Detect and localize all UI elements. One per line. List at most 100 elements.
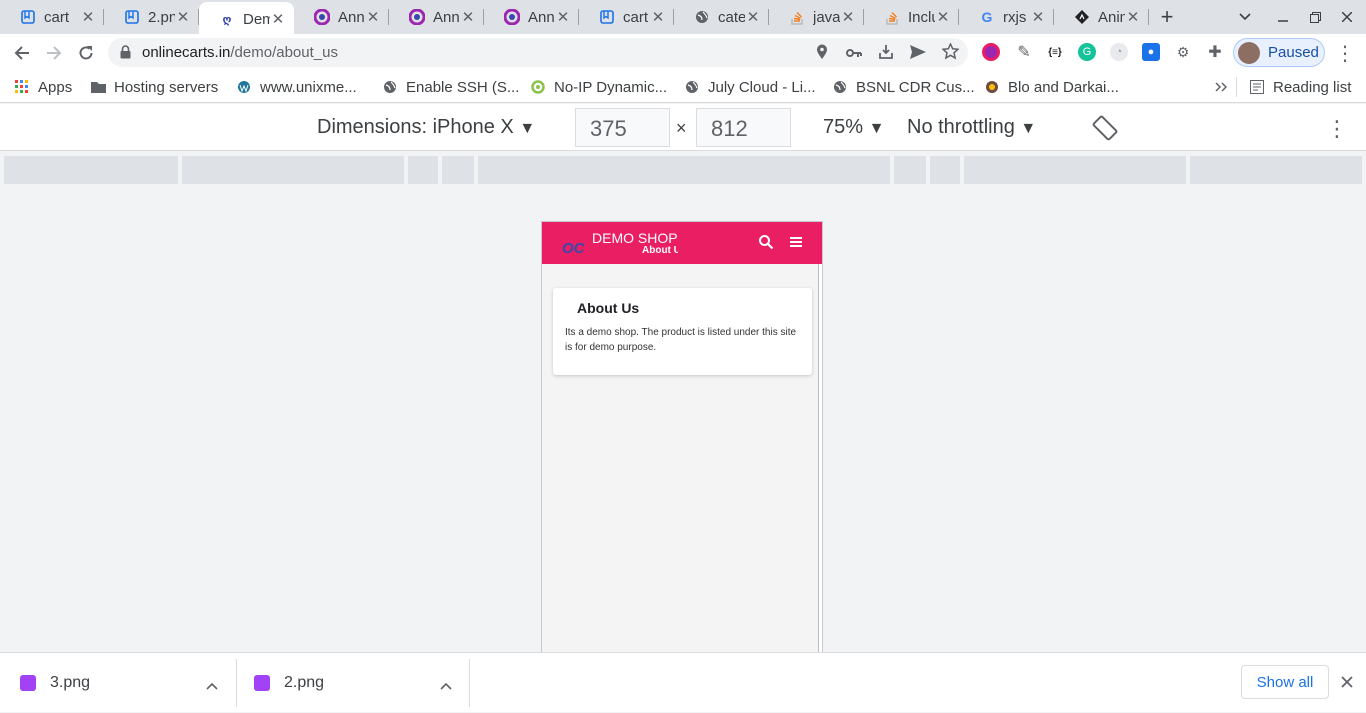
ruler-segment[interactable] (894, 156, 926, 184)
key-icon[interactable] (846, 46, 862, 64)
throttling-label: No throttling (907, 116, 1015, 138)
eyedropper-extension-icon[interactable]: ✎ (1015, 43, 1033, 61)
tab[interactable]: Inclu ✕ (864, 0, 959, 34)
tab-title: rxjs (1003, 8, 1027, 26)
new-tab-icon[interactable]: + (1150, 0, 1184, 34)
lock-icon[interactable] (120, 45, 131, 64)
bookmark-item[interactable]: July Cloud - Li... (684, 77, 816, 97)
forward-icon[interactable] (41, 40, 67, 66)
tab[interactable]: cart ✕ (579, 0, 674, 34)
tab[interactable]: cart ✕ (0, 0, 104, 34)
app-header: OC DEMO SHOP About Us (542, 222, 822, 264)
search-icon[interactable] (758, 234, 776, 252)
rotate-icon[interactable] (1092, 115, 1118, 146)
bookmark-item[interactable]: BSNL CDR Cus... (832, 77, 975, 97)
grammarly-extension-icon[interactable]: G (1078, 43, 1096, 61)
media-query-ruler (4, 156, 1362, 184)
window-close-icon[interactable] (1330, 0, 1364, 34)
device-select[interactable]: Dimensions: iPhone X ▼ (317, 116, 535, 139)
chevron-up-icon[interactable] (206, 677, 218, 695)
ruler-segment[interactable] (478, 156, 890, 184)
reload-icon[interactable] (73, 40, 99, 66)
tab[interactable]: Anin ✕ (1054, 0, 1149, 34)
send-icon[interactable] (910, 45, 926, 64)
tab[interactable]: G rxjs ✕ (959, 0, 1054, 34)
chrome-color-icon (314, 9, 330, 25)
download-item[interactable]: 2.png (254, 653, 454, 713)
tab-search-icon[interactable] (1228, 0, 1262, 34)
bookmark-item[interactable]: Blo and Darkai... (984, 77, 1119, 97)
shop-logo[interactable]: OC (562, 240, 585, 257)
color-picker-extension-icon[interactable] (982, 43, 1000, 61)
restore-icon[interactable] (1298, 0, 1332, 34)
ruler-segment[interactable] (408, 156, 438, 184)
close-icon[interactable]: ✕ (1030, 9, 1046, 26)
scrollbar[interactable] (818, 264, 822, 652)
url-path: /demo/about_us (230, 44, 338, 61)
close-downloads-icon[interactable] (1341, 675, 1353, 693)
shop-name[interactable]: DEMO SHOP (592, 230, 678, 246)
close-icon[interactable]: ✕ (175, 9, 191, 26)
show-all-button[interactable]: Show all (1241, 665, 1329, 699)
close-icon[interactable]: ✕ (745, 9, 761, 26)
menu-dots-icon[interactable]: ⋮ (1332, 40, 1358, 66)
close-icon[interactable]: ✕ (460, 9, 476, 26)
address-bar[interactable]: onlinecarts.in/demo/about_us (108, 38, 968, 67)
chrome-color-icon (409, 9, 425, 25)
tab-title: Anin (1098, 8, 1125, 26)
download-filename: 2.png (284, 674, 325, 691)
close-icon[interactable]: ✕ (555, 9, 571, 26)
bookmark-apps[interactable]: Apps (14, 77, 72, 97)
tab-title: Ann (433, 8, 460, 26)
close-icon[interactable]: ✕ (270, 11, 286, 28)
tab[interactable]: Ann ✕ (484, 0, 579, 34)
ruler-segment[interactable] (964, 156, 1186, 184)
width-input[interactable]: 375 (575, 108, 670, 147)
back-icon[interactable] (9, 40, 35, 66)
json-extension-icon[interactable]: {≡} (1046, 43, 1064, 61)
google-icon: G (981, 9, 993, 25)
profile-button[interactable]: Paused (1233, 38, 1325, 67)
chevron-up-icon[interactable] (440, 677, 452, 695)
bookmark-folder[interactable]: Hosting servers (90, 77, 218, 97)
close-icon[interactable]: ✕ (650, 9, 666, 26)
ruler-segment[interactable] (930, 156, 960, 184)
close-icon[interactable]: ✕ (840, 9, 856, 26)
screen-capture-extension-icon[interactable]: ● (1142, 43, 1160, 61)
tab-active[interactable]: ღ Dem ✕ (199, 2, 294, 36)
timer-extension-icon[interactable]: ◔ (1110, 43, 1128, 61)
download-item[interactable]: 3.png (20, 653, 220, 713)
cookie-extension-icon[interactable]: ⚙ (1174, 43, 1192, 61)
close-icon[interactable]: ✕ (935, 9, 951, 26)
device-toolbar: Dimensions: iPhone X ▼ 375 × 812 75% ▼ N… (0, 104, 1366, 151)
hamburger-menu-icon[interactable] (788, 234, 806, 252)
zoom-select[interactable]: 75% ▼ (823, 116, 884, 139)
devtools-more-icon[interactable]: ⋮ (1326, 116, 1348, 142)
tab[interactable]: java ✕ (769, 0, 864, 34)
install-icon[interactable] (878, 44, 894, 65)
height-input[interactable]: 812 (696, 108, 791, 147)
tab[interactable]: Ann ✕ (389, 0, 484, 34)
ruler-segment[interactable] (4, 156, 178, 184)
close-icon[interactable]: ✕ (80, 9, 96, 26)
tab[interactable]: 2.pn ✕ (104, 0, 199, 34)
bookmark-item[interactable]: www.unixme... (236, 77, 357, 97)
close-icon[interactable]: ✕ (365, 9, 381, 26)
reading-list-icon (1249, 79, 1265, 95)
ruler-segment[interactable] (1190, 156, 1362, 184)
card-title: About Us (577, 300, 640, 316)
tab[interactable]: Ann ✕ (294, 0, 389, 34)
minimize-icon[interactable] (1266, 0, 1300, 34)
location-icon[interactable] (816, 44, 828, 65)
ruler-segment[interactable] (442, 156, 474, 184)
bookmark-item[interactable]: Enable SSH (S... (382, 77, 519, 97)
star-icon[interactable] (941, 42, 960, 65)
close-icon[interactable]: ✕ (1125, 9, 1141, 26)
ruler-segment[interactable] (182, 156, 404, 184)
tab[interactable]: cate ✕ (674, 0, 769, 34)
reading-list-button[interactable]: Reading list (1236, 77, 1351, 97)
bookmark-item[interactable]: No-IP Dynamic... (530, 77, 667, 97)
extensions-puzzle-icon[interactable]: ✚ (1206, 43, 1224, 61)
throttling-select[interactable]: No throttling ▼ (907, 116, 1036, 139)
more-bookmarks-icon[interactable] (1215, 77, 1227, 97)
